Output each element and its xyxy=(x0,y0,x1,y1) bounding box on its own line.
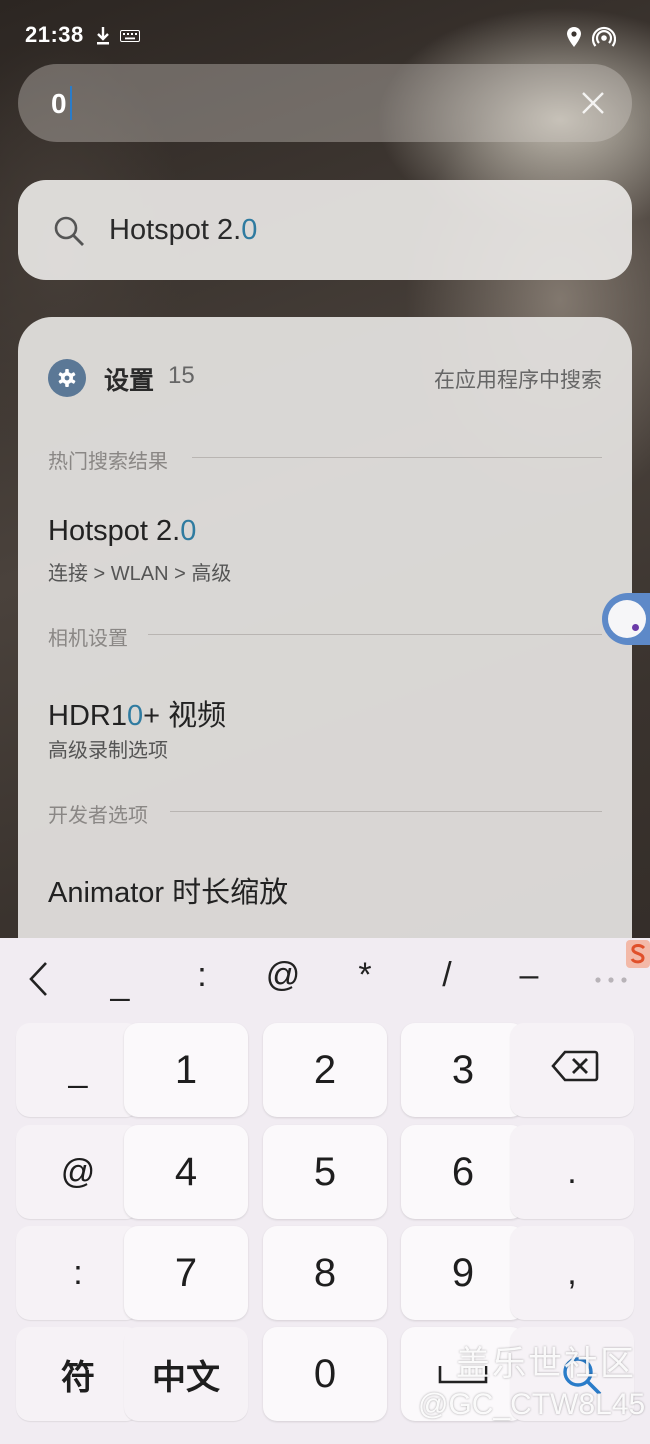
section-label: 相机设置 xyxy=(48,628,128,650)
more-icon[interactable] xyxy=(594,976,628,984)
assistant-icon xyxy=(608,600,646,638)
key-period[interactable]: . xyxy=(510,1125,634,1219)
key-0[interactable]: 0 xyxy=(263,1327,387,1421)
backspace-icon xyxy=(551,1050,599,1082)
search-suggestion[interactable]: Hotspot 2.0 xyxy=(18,180,632,280)
key-8[interactable]: 8 xyxy=(263,1226,387,1320)
symbol-key[interactable]: : xyxy=(172,956,232,995)
suggestion-text: Hotspot 2.0 xyxy=(109,214,258,246)
location-icon xyxy=(567,27,581,47)
clear-icon[interactable] xyxy=(578,88,608,118)
result-title[interactable]: Animator 时长缩放 xyxy=(48,869,288,911)
key-comma[interactable]: , xyxy=(510,1226,634,1320)
key-colon[interactable]: : xyxy=(16,1226,140,1320)
watermark-brand: 盖乐世社区 xyxy=(456,1345,636,1383)
key-1[interactable]: 1 xyxy=(124,1023,248,1117)
key-at[interactable]: @ xyxy=(16,1125,140,1219)
hotspot-icon xyxy=(592,26,616,47)
floating-assistant-button[interactable] xyxy=(602,593,650,645)
watermark-user: @GC_CTW8L45 xyxy=(418,1388,646,1421)
search-icon xyxy=(54,216,84,246)
symbol-row: _ : @ * / – xyxy=(0,938,650,1022)
app-name: 设置 xyxy=(104,367,155,395)
section-header: 相机设置 xyxy=(48,622,602,652)
text-cursor xyxy=(70,86,72,120)
symbol-key[interactable]: * xyxy=(335,956,395,995)
assistant-dot xyxy=(632,624,639,631)
keyboard-logo-icon xyxy=(626,940,650,968)
divider xyxy=(148,634,602,635)
chinese-mode-key[interactable]: 中文 xyxy=(124,1327,248,1421)
search-bar[interactable]: 0 xyxy=(18,64,632,142)
status-bar: 21:38 xyxy=(0,0,650,70)
result-title[interactable]: HDR10+ 视频 xyxy=(48,692,226,734)
status-time: 21:38 xyxy=(25,22,84,47)
result-count: 15 xyxy=(168,362,195,389)
symbol-key[interactable]: _ xyxy=(90,964,150,1003)
backspace-key[interactable] xyxy=(510,1023,634,1117)
search-input[interactable]: 0 xyxy=(51,88,67,120)
divider xyxy=(170,811,602,812)
key-4[interactable]: 4 xyxy=(124,1125,248,1219)
keyboard-icon xyxy=(120,30,140,42)
result-title[interactable]: Hotspot 2.0 xyxy=(48,515,196,548)
search-in-app-link[interactable]: 在应用程序中搜索 xyxy=(434,364,602,394)
key-7[interactable]: 7 xyxy=(124,1226,248,1320)
section-header: 开发者选项 xyxy=(48,799,602,829)
section-header: 热门搜索结果 xyxy=(48,445,602,475)
results-card: 设置 15 在应用程序中搜索 热门搜索结果 Hotspot 2.0 连接 > W… xyxy=(18,317,632,957)
symbols-key[interactable]: 符 xyxy=(16,1327,140,1421)
gear-icon xyxy=(58,369,76,387)
result-subtitle: 高级录制选项 xyxy=(48,740,168,762)
divider xyxy=(192,457,602,458)
symbol-key[interactable]: @ xyxy=(253,956,313,995)
symbol-key[interactable]: – xyxy=(499,956,559,995)
key-5[interactable]: 5 xyxy=(263,1125,387,1219)
download-icon xyxy=(97,27,109,45)
key-2[interactable]: 2 xyxy=(263,1023,387,1117)
key-9[interactable]: 9 xyxy=(401,1226,525,1320)
section-label: 热门搜索结果 xyxy=(48,451,168,473)
chevron-left-icon[interactable] xyxy=(26,960,50,998)
settings-app-icon xyxy=(48,359,86,397)
key-underscore[interactable]: _ xyxy=(16,1023,140,1117)
result-subtitle: 连接 > WLAN > 高级 xyxy=(48,563,232,585)
key-3[interactable]: 3 xyxy=(401,1023,525,1117)
key-6[interactable]: 6 xyxy=(401,1125,525,1219)
symbol-key[interactable]: / xyxy=(417,956,477,995)
section-label: 开发者选项 xyxy=(48,805,148,827)
